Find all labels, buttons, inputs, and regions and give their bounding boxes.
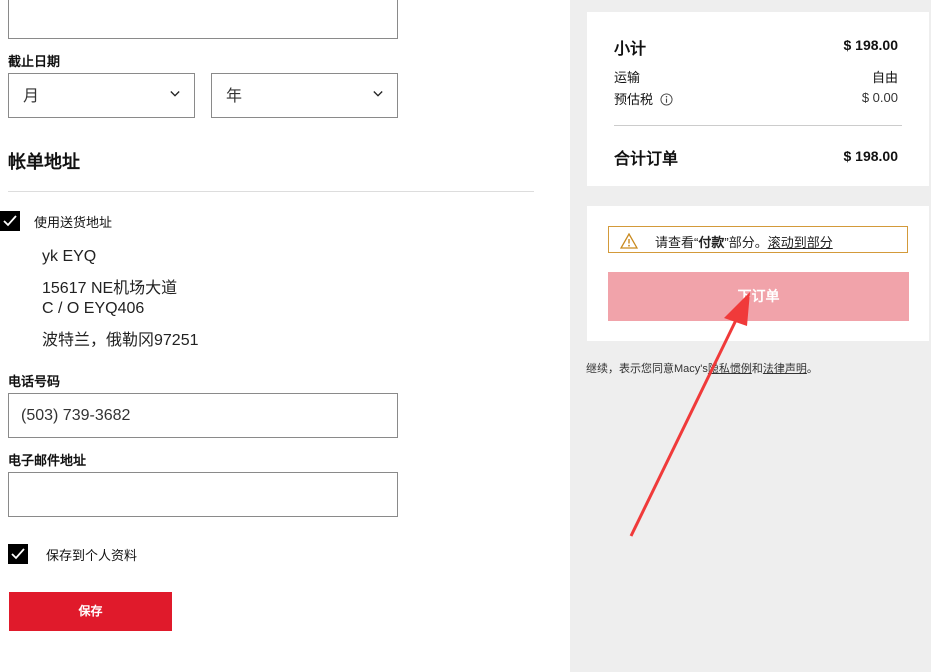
- address-line-3: C / O EYQ406: [42, 300, 145, 317]
- phone-label: 电话号码: [8, 374, 61, 389]
- address-line-4: 波特兰，俄勒冈97251: [42, 332, 199, 349]
- month-select-value: 月: [23, 88, 40, 105]
- privacy-link[interactable]: 隐私惯例: [708, 363, 752, 375]
- use-shipping-checkbox[interactable]: [0, 211, 20, 231]
- alert-text: 请查看“付款”部分。滚动到部分: [655, 232, 833, 251]
- year-select-value: 年: [226, 88, 243, 105]
- legal-and: 和: [751, 363, 763, 375]
- shipping-label: 运输: [614, 70, 641, 85]
- legal-end: 。: [806, 363, 818, 375]
- legal-text: 继续，表示您同意Macy's隐私惯例和法律声明。: [586, 360, 818, 376]
- address-line-2: 15617 NE机场大道: [42, 280, 178, 297]
- summary-divider: [614, 125, 902, 126]
- subtotal-label: 小计: [614, 41, 647, 58]
- summary-card: 小计 $ 198.00 运输 自由 预估税 $ 0.00 合计订单 $ 198.…: [587, 12, 929, 186]
- expiry-year-select[interactable]: 年: [211, 73, 398, 118]
- shipping-value: 自由: [871, 70, 898, 85]
- legal-prefix: 继续，表示您同意Macy's: [586, 363, 708, 375]
- alert-bold: 付款: [698, 235, 725, 250]
- tax-label-text: 预估税: [614, 92, 654, 107]
- address-line-1: yk EYQ: [42, 248, 97, 265]
- use-shipping-label: 使用送货地址: [34, 215, 113, 230]
- phone-value: (503) 739-3682: [21, 407, 131, 424]
- save-profile-label: 保存到个人资料: [46, 548, 138, 563]
- billing-address-title: 帐单地址: [8, 152, 80, 172]
- checkmark-icon: [11, 548, 25, 560]
- phone-field[interactable]: (503) 739-3682: [8, 393, 398, 438]
- tax-value: $ 0.00: [861, 90, 898, 105]
- expiry-month-select[interactable]: 月: [8, 73, 195, 118]
- email-label: 电子邮件地址: [8, 453, 87, 468]
- alert-prefix: 请查看“: [655, 235, 699, 250]
- subtotal-value: $ 198.00: [843, 37, 899, 53]
- scroll-to-section-link[interactable]: 滚动到部分: [768, 235, 833, 250]
- order-summary-panel: 小计 $ 198.00 运输 自由 预估税 $ 0.00 合计订单 $ 198.…: [570, 0, 931, 672]
- total-label: 合计订单: [614, 151, 679, 168]
- total-value: $ 198.00: [843, 148, 899, 164]
- email-field[interactable]: [8, 472, 398, 517]
- checkout-form: 截止日期 月 年 帐单地址 使用送货地址 yk EYQ 15617 NE机场大道…: [0, 0, 570, 672]
- alert-suffix: ”部分。: [724, 235, 768, 250]
- chevron-down-icon: [373, 91, 383, 97]
- info-icon[interactable]: [660, 93, 673, 106]
- legal-notice-link[interactable]: 法律声明: [763, 363, 807, 375]
- chevron-down-icon: [170, 91, 180, 97]
- expiry-label: 截止日期: [8, 54, 61, 69]
- checkmark-icon: [3, 215, 17, 227]
- card-number-field[interactable]: [8, 0, 398, 39]
- payment-alert: 请查看“付款”部分。滚动到部分: [608, 226, 908, 253]
- warning-icon: [620, 233, 638, 249]
- place-order-card: 请查看“付款”部分。滚动到部分 下订单: [587, 206, 929, 341]
- place-order-button[interactable]: 下订单: [608, 272, 909, 321]
- save-profile-checkbox[interactable]: [8, 544, 28, 564]
- save-button[interactable]: 保存: [9, 592, 172, 631]
- section-divider: [8, 191, 534, 192]
- tax-label: 预估税: [614, 89, 673, 108]
